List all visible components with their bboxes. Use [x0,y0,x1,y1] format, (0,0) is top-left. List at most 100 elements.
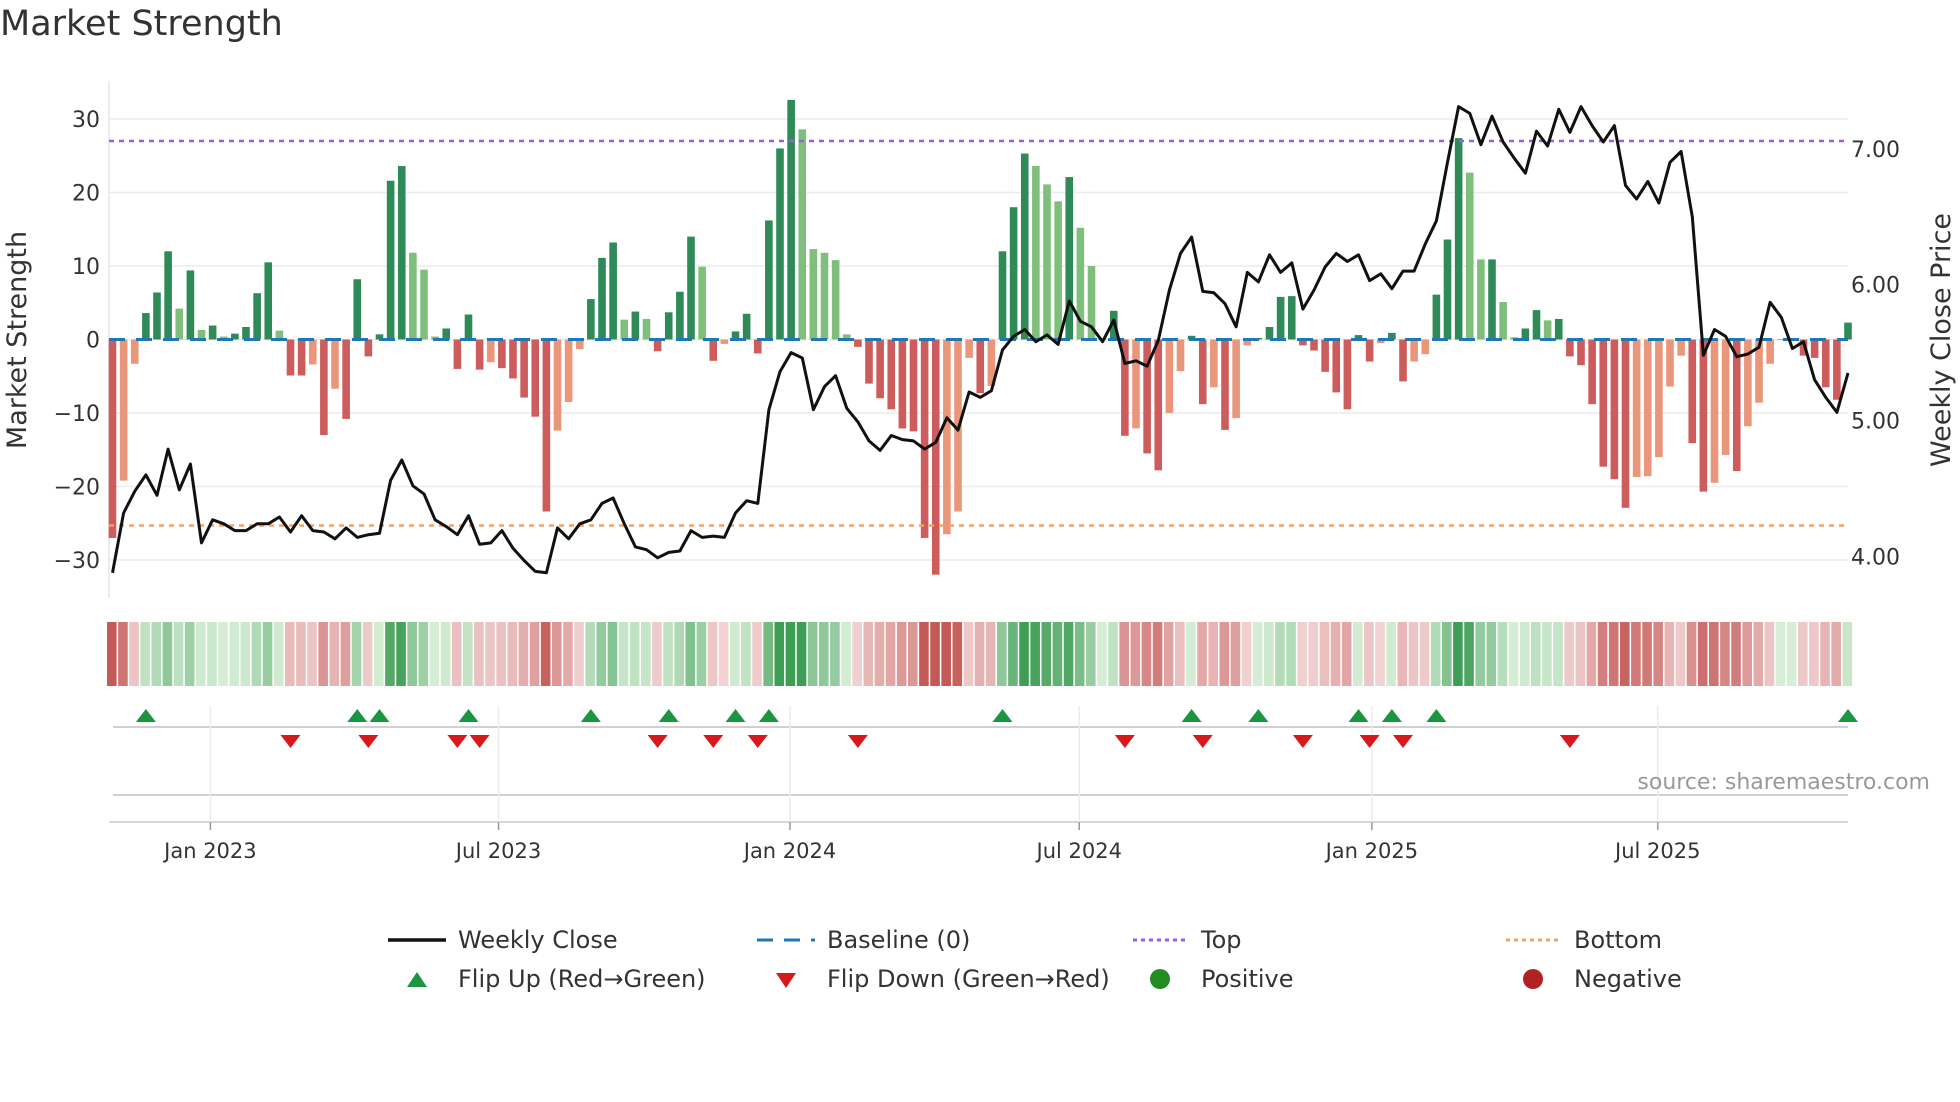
legend-item-flip-down-green-red: Flip Down (Green→Red) [757,965,1110,993]
strength-bar [631,311,640,340]
strip-cell [151,622,162,686]
strength-bar [331,339,339,389]
strip-cell [952,622,963,686]
flip-up-marker [992,709,1013,722]
strength-bar [464,314,473,340]
strength-bar [1454,138,1463,340]
strip-cell [885,622,896,686]
strength-bar [308,339,317,365]
strip-cell [1720,622,1730,686]
strength-bar [1833,339,1841,400]
strength-bar [353,279,362,340]
strength-bar [687,236,695,340]
strip-cell [741,622,751,686]
strength-bar [1165,339,1174,413]
strip-cell [1553,622,1563,686]
strength-bar [787,99,795,340]
strength-bar [1310,339,1318,351]
flip-down-marker [1393,735,1413,748]
flip-up-marker [1426,709,1447,722]
strip-cell [1620,622,1630,686]
strength-bar [653,339,662,352]
flip-down-marker [703,735,724,748]
strength-bar [1566,339,1574,357]
strip-cell [629,622,640,686]
strip-cell [1219,622,1230,686]
strip-cell [351,622,362,686]
strip-cell [1642,622,1652,686]
y-tick-label: −20 [54,476,100,501]
strip-cell [1809,622,1819,686]
strength-bar [1766,339,1774,364]
strength-bar [1543,320,1552,340]
strength-bar [1443,239,1452,340]
strength-bar [898,339,907,429]
flip-down-marker [469,735,490,748]
strength-bar [498,339,506,369]
flip-up-marker [1248,709,1269,722]
strip-cell [1408,622,1419,686]
strip-cell [362,622,373,686]
strip-cell [474,622,484,686]
strength-bar [1632,339,1641,477]
strip-cell [1608,622,1619,686]
circle-icon [1523,969,1543,989]
flip-down-marker [1559,735,1580,748]
strip-cell [273,622,284,686]
strip-cell [1230,622,1241,686]
strength-bar [1532,310,1541,340]
strip-cell [1831,622,1841,686]
strip-cell [930,622,940,686]
strip-cell [1308,622,1319,686]
strength-bar [364,339,373,357]
strength-bar [175,308,184,340]
strength-bar [1699,339,1708,492]
strip-cell [1008,622,1018,686]
legend-item-negative: Negative [1504,965,1682,993]
strength-bar [1710,339,1719,483]
strip-cell [407,622,417,686]
strength-bar [1643,339,1652,477]
strength-bar [1020,153,1029,340]
strip-cell [451,622,462,686]
flip-down-marker [647,735,668,748]
strength-bar [1399,339,1407,382]
strip-cell [285,622,295,686]
strip-cell [1709,622,1719,686]
strip-cell [618,622,629,686]
triangle-up-icon [407,972,427,987]
strip-cell [140,622,150,686]
flip-down-marker [358,735,379,748]
strength-bar [1198,339,1207,405]
strip-cell [685,622,696,686]
strip-cell [1375,622,1385,686]
strip-cell [1542,622,1552,686]
strip-cell [385,622,395,686]
strip-cell [696,622,707,686]
strip-cell [251,622,262,686]
strip-cell [1786,622,1797,686]
strength-bar [854,339,862,347]
line-icon [388,938,446,942]
strip-cell [107,622,117,686]
reference-lines [109,139,1848,527]
flip-up-marker [347,709,368,722]
flip-up-marker [658,709,679,722]
strip-cell [1820,622,1830,686]
legend-label: Flip Down (Green→Red) [827,965,1110,993]
strip-cell [730,622,740,686]
strength-bar [1410,339,1418,362]
strip-cell [1086,622,1096,686]
strip-cell [908,622,918,686]
strip-cell [807,622,818,686]
strength-bar [642,318,651,340]
strength-bar [965,339,973,358]
strip-cell [1764,622,1775,686]
strength-bar [264,262,273,340]
strip-cell [129,622,139,686]
strength-bar [553,339,562,431]
strip-cell [563,622,573,686]
x-tick-label: Jan 2025 [1324,839,1419,863]
strength-bar [1287,296,1296,340]
strength-bar [1821,339,1830,388]
